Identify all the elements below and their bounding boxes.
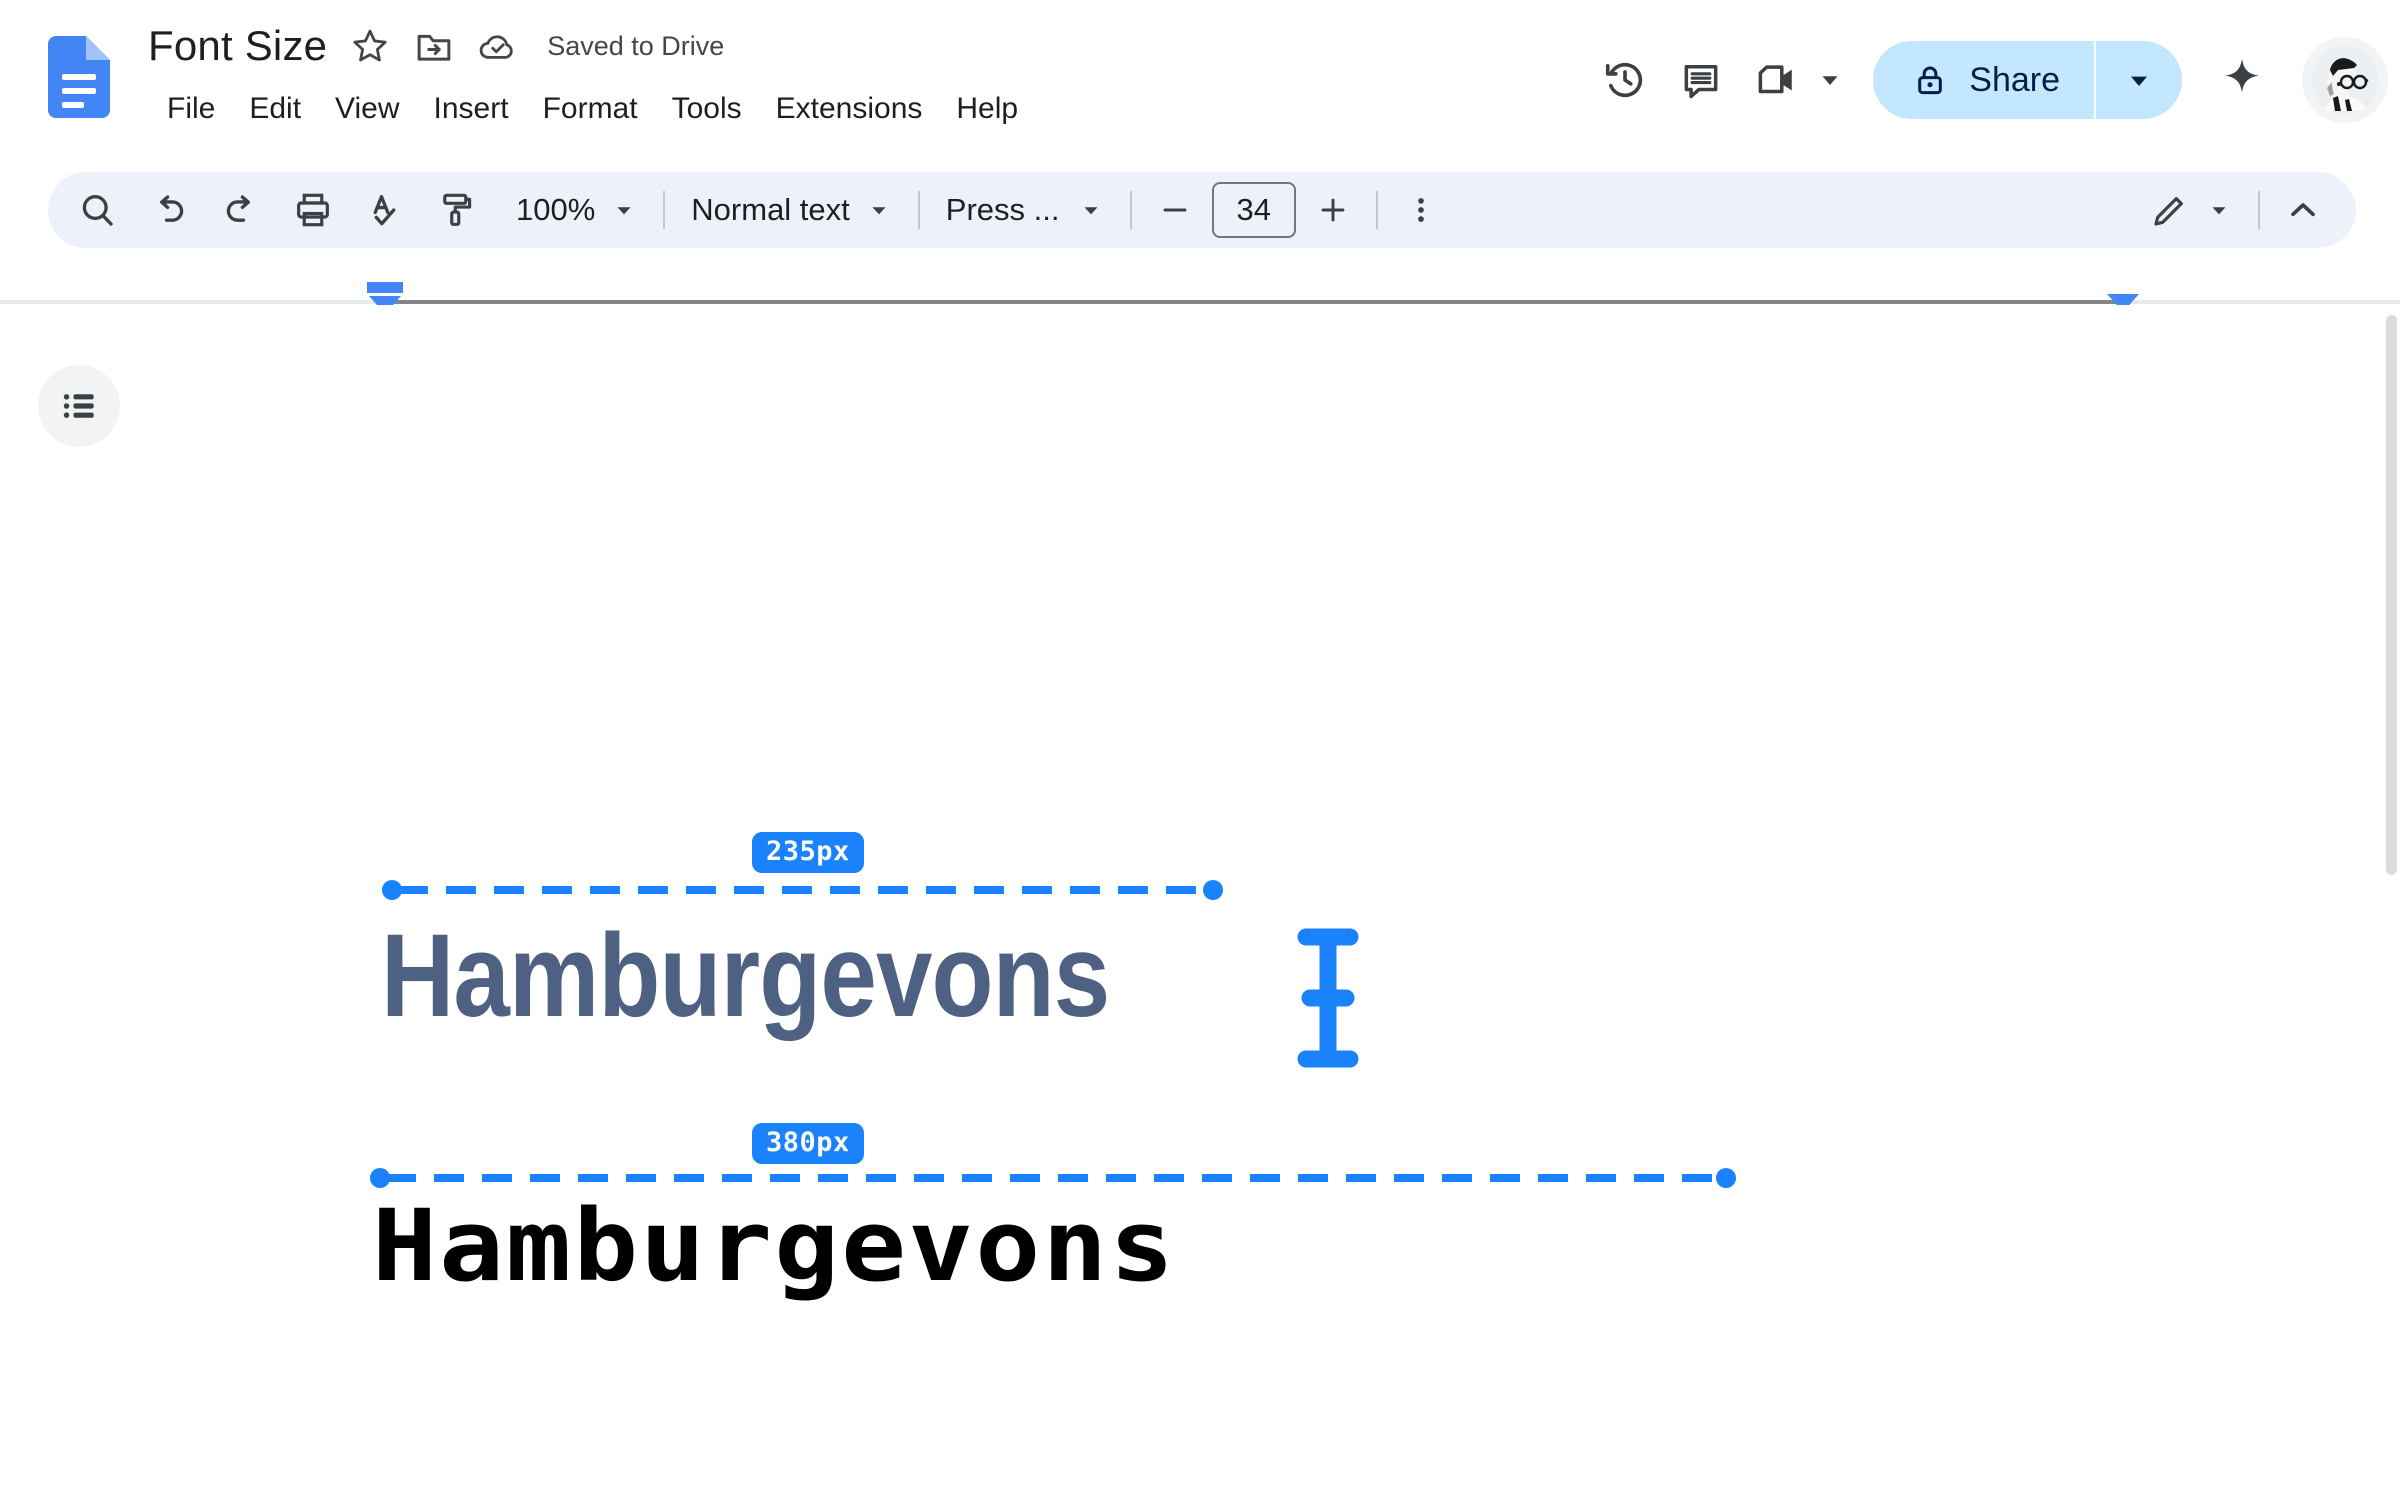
menu-item-insert[interactable]: Insert (417, 88, 526, 130)
undo-icon (159, 195, 184, 222)
collapse-toolbar-button[interactable] (2272, 179, 2334, 241)
menu-item-tools[interactable]: Tools (655, 88, 759, 130)
share-main-action[interactable]: Share (1873, 41, 2094, 119)
comment-icon (1684, 65, 1718, 99)
toolbar-separator (2258, 191, 2260, 229)
toolbar-separator (1129, 191, 1132, 229)
ruler-right-margin (2123, 300, 2400, 304)
document-title-row: Font Size Saved to Drive (148, 22, 724, 70)
sample-text-default-font[interactable]: Hamburgevons (381, 917, 1110, 1035)
measurement-label-1: 235px (752, 832, 864, 873)
font-family-dropdown[interactable]: Press ... (932, 182, 1118, 238)
redo-button[interactable] (210, 179, 272, 241)
google-meet-button[interactable] (1739, 42, 1845, 118)
google-meet-camera-icon (1758, 65, 1793, 94)
chevron-down-icon (1084, 207, 1098, 215)
top-bar: Font Size Saved to Drive File Edit View … (0, 0, 2400, 160)
chevron-up-icon (2291, 203, 2315, 217)
spellcheck-icon (373, 195, 396, 226)
font-size-input[interactable]: 34 (1211, 182, 1296, 238)
measurement-line-1 (398, 886, 1218, 894)
top-bar-actions: Share (1587, 0, 2388, 160)
chevron-down-icon (2131, 76, 2147, 86)
chevron-down-icon (2212, 207, 2226, 215)
document-canvas[interactable]: 235px Hamburgevons 380px Hamburgevons (0, 305, 2383, 1500)
paint-format-icon (443, 193, 472, 226)
menu-item-extensions[interactable]: Extensions (759, 88, 940, 130)
vertical-scrollbar[interactable] (2383, 305, 2400, 1500)
version-history-icon (1606, 62, 1643, 98)
star-icon[interactable] (349, 25, 391, 67)
sample-text-pixel-font[interactable]: Hamburgevons (372, 1197, 1176, 1296)
redo-icon (226, 195, 251, 222)
menu-item-help[interactable]: Help (939, 88, 1035, 130)
chevron-down-icon[interactable] (1815, 65, 1845, 95)
zoom-dropdown[interactable]: 100% (502, 182, 651, 238)
more-toolbar-options-button[interactable] (1390, 179, 1452, 241)
main-toolbar: 100% Normal text Press ... 34 (48, 172, 2356, 248)
version-history-button[interactable] (1587, 42, 1663, 118)
toolbar-separator (663, 191, 666, 229)
ruler-left-margin (0, 300, 385, 304)
toolbar-separator (1375, 191, 1378, 229)
google-docs-logo[interactable] (48, 36, 110, 118)
meet-camera-button[interactable] (1739, 42, 1815, 118)
spellcheck-button[interactable] (354, 179, 416, 241)
measurement-line-2 (386, 1174, 1730, 1182)
font-size-value: 34 (1236, 192, 1272, 227)
measurement-label-2: 380px (752, 1123, 864, 1164)
search-button[interactable] (66, 179, 128, 241)
toolbar-separator (917, 191, 920, 229)
measurement-end-dot-1 (1203, 880, 1223, 900)
avatar[interactable] (2302, 37, 2388, 123)
gemini-button[interactable] (2204, 42, 2280, 118)
menu-bar: File Edit View Insert Format Tools Exten… (150, 88, 1035, 130)
menu-item-edit[interactable]: Edit (232, 88, 318, 130)
lock-icon (1918, 66, 1943, 95)
minus-icon (1163, 208, 1187, 212)
gemini-sparkle-icon (2224, 58, 2260, 93)
chevron-down-icon (872, 207, 886, 215)
share-button-label: Share (1969, 60, 2060, 99)
ruler-text-area (385, 300, 2123, 304)
document-outline-button[interactable] (38, 365, 120, 447)
paragraph-style-dropdown[interactable]: Normal text (677, 182, 905, 238)
font-family-value: Press ... (945, 192, 1060, 227)
chevron-down-icon (617, 207, 631, 215)
measurement-end-dot-2 (1716, 1168, 1736, 1188)
vertical-scrollbar-thumb[interactable] (2386, 315, 2397, 875)
share-button[interactable]: Share (1873, 41, 2182, 119)
menu-item-view[interactable]: View (318, 88, 416, 130)
save-status-text: Saved to Drive (547, 30, 725, 61)
plus-icon (1321, 198, 1345, 222)
print-button[interactable] (282, 179, 344, 241)
more-vertical-icon (1417, 198, 1424, 222)
font-size-stepper: 34 (1144, 179, 1364, 241)
page-title[interactable]: Font Size (148, 22, 327, 70)
undo-button[interactable] (138, 179, 200, 241)
editing-mode-dropdown[interactable] (2136, 182, 2246, 238)
cloud-saved-icon (479, 35, 513, 59)
menu-item-format[interactable]: Format (526, 88, 655, 130)
paint-format-button[interactable] (426, 179, 488, 241)
document-outline-icon (63, 394, 94, 418)
zoom-level-value: 100% (516, 192, 596, 227)
print-icon (297, 193, 329, 227)
share-dropdown-button[interactable] (2096, 41, 2182, 119)
decrease-font-size-button[interactable] (1144, 179, 1206, 241)
i-beam-text-cursor (1297, 928, 1359, 1068)
paragraph-style-value: Normal text (691, 192, 850, 227)
increase-font-size-button[interactable] (1302, 179, 1364, 241)
move-to-folder-icon[interactable] (413, 25, 455, 67)
search-icon (82, 195, 113, 226)
pencil-icon (2154, 197, 2183, 226)
comment-button[interactable] (1663, 42, 1739, 118)
menu-item-file[interactable]: File (150, 88, 232, 130)
